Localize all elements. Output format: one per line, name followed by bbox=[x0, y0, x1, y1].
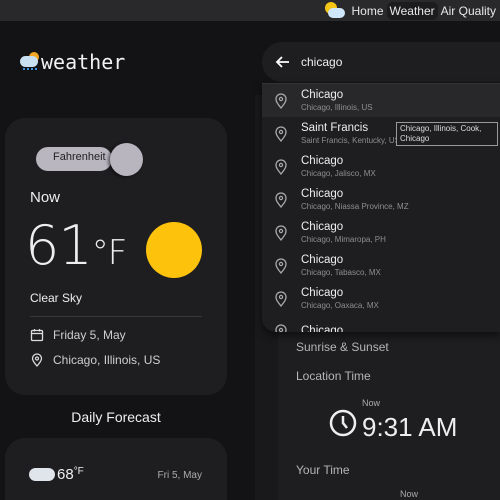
search-result-item[interactable]: Chicago Chicago, Tabasco, MX bbox=[262, 249, 500, 282]
result-name: Chicago bbox=[301, 254, 344, 266]
back-arrow-icon[interactable] bbox=[275, 55, 291, 69]
location-time-label: Location Time bbox=[296, 369, 371, 383]
daily-forecast-card: 68°F Fri 5, May bbox=[5, 438, 227, 500]
result-detail: Chicago, Tabasco, MX bbox=[301, 268, 381, 277]
divider bbox=[30, 316, 202, 317]
result-name: Chicago bbox=[301, 188, 344, 200]
unit-toggle[interactable]: Fahrenheit bbox=[36, 147, 112, 171]
location-pin-icon bbox=[31, 353, 43, 367]
search-result-item[interactable]: Chicago Chicago, Illinois, US bbox=[262, 84, 500, 117]
search-results-dropdown: Chicago Chicago, Illinois, US Saint Franci… bbox=[262, 83, 500, 332]
result-name: Saint Francis bbox=[301, 122, 369, 134]
now-label: Now bbox=[30, 189, 61, 206]
forecast-temp: 68°F bbox=[57, 466, 84, 483]
result-name: Chicago bbox=[301, 221, 344, 233]
clock-icon bbox=[329, 409, 357, 437]
result-name: Chicago bbox=[301, 287, 344, 299]
nav-air-quality[interactable]: Air Quality bbox=[438, 2, 499, 20]
result-detail: Saint Francis, Kentucky, US bbox=[301, 136, 400, 145]
location-pin-icon bbox=[275, 257, 287, 274]
partly-cloudy-logo-icon bbox=[322, 1, 346, 21]
location-row: Chicago, Illinois, US bbox=[30, 353, 160, 367]
search-result-item[interactable]: Chicago Chicago, Jalisco, MX bbox=[262, 150, 500, 183]
location-text: Chicago, Illinois, US bbox=[53, 353, 161, 367]
result-name: Chicago bbox=[301, 324, 344, 333]
result-name: Chicago bbox=[301, 155, 344, 167]
temp-value: 61 bbox=[25, 214, 93, 277]
location-pin-icon bbox=[275, 92, 287, 109]
search-result-item[interactable]: Chicago Chicago, Mimaropa, PH bbox=[262, 216, 500, 249]
daily-forecast-title: Daily Forecast bbox=[71, 409, 161, 425]
search-input[interactable]: chicago bbox=[301, 55, 342, 69]
result-detail: Chicago, Jalisco, MX bbox=[301, 169, 376, 178]
location-pin-icon bbox=[275, 158, 287, 175]
current-weather-card: Fahrenheit Now 61°F Clear Sky Friday 5, … bbox=[5, 118, 227, 395]
current-temperature: 61°F bbox=[25, 214, 128, 277]
location-time: 9:31 AM bbox=[362, 412, 458, 442]
location-time-now-label: Now bbox=[362, 398, 381, 408]
location-pin-icon bbox=[275, 323, 287, 332]
brand-name: weather bbox=[41, 50, 126, 74]
nav-bar: Home Weather Air Quality bbox=[322, 0, 499, 21]
calendar-icon bbox=[30, 329, 44, 342]
location-pin-icon bbox=[275, 224, 287, 241]
nav-home[interactable]: Home bbox=[348, 2, 386, 20]
result-detail: Chicago, Oaxaca, MX bbox=[301, 301, 379, 310]
search-result-item[interactable]: Chicago Chicago, Niassa Province, MZ bbox=[262, 183, 500, 216]
your-time-label: Your Time bbox=[296, 463, 350, 477]
result-detail: Chicago, Mimaropa, PH bbox=[301, 235, 386, 244]
date-row: Friday 5, May bbox=[30, 328, 126, 342]
search-result-item[interactable]: Chicago Chicago, Oaxaca, MX bbox=[262, 282, 500, 315]
cloud-icon bbox=[29, 468, 55, 481]
condition-text: Clear Sky bbox=[30, 291, 83, 305]
unit-toggle-knob[interactable] bbox=[110, 143, 143, 176]
search-bar[interactable]: chicago bbox=[262, 42, 500, 82]
brand-logo[interactable]: weather bbox=[19, 50, 125, 74]
sunrise-sunset-label: Sunrise & Sunset bbox=[296, 340, 389, 354]
your-time-now-label: Now bbox=[400, 489, 419, 499]
result-name: Chicago bbox=[301, 89, 344, 101]
result-detail: Chicago, Niassa Province, MZ bbox=[301, 202, 409, 211]
sun-icon bbox=[146, 222, 202, 278]
result-detail: Chicago, Illinois, US bbox=[301, 103, 373, 112]
rain-cloud-icon bbox=[19, 51, 41, 73]
location-pin-icon bbox=[275, 125, 287, 142]
date-text: Friday 5, May bbox=[53, 328, 126, 342]
location-pin-icon bbox=[275, 290, 287, 307]
tooltip: Chicago, Illinois, Cook, Chicago bbox=[396, 122, 498, 146]
location-pin-icon bbox=[275, 191, 287, 208]
unit-toggle-label: Fahrenheit bbox=[53, 151, 106, 163]
forecast-temp-value: 68 bbox=[57, 466, 74, 483]
nav-weather[interactable]: Weather bbox=[386, 1, 438, 20]
search-result-item[interactable]: Chicago bbox=[262, 315, 500, 332]
forecast-date: Fri 5, May bbox=[157, 470, 202, 481]
temp-unit: °F bbox=[91, 233, 128, 273]
forecast-temp-unit: °F bbox=[73, 466, 84, 477]
